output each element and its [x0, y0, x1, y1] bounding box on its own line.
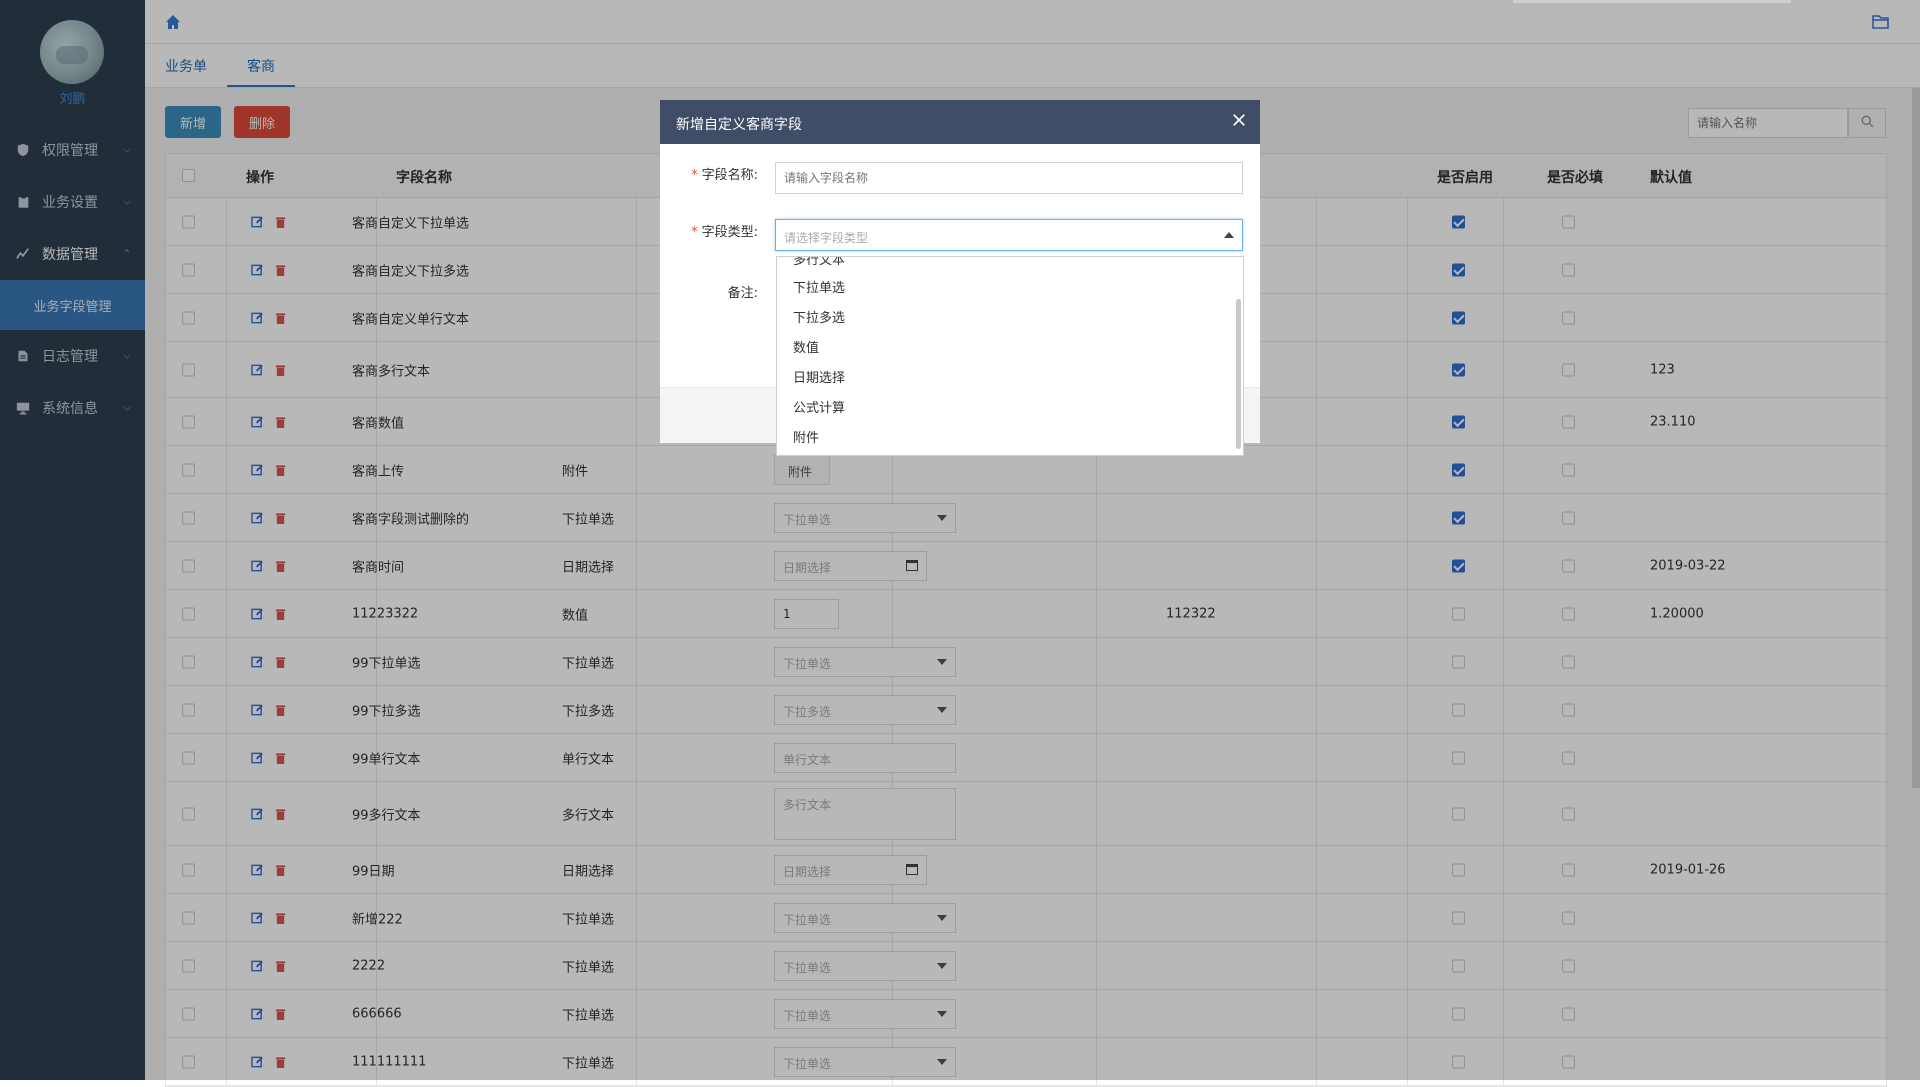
dropdown-option[interactable]: 下拉多选 — [793, 307, 845, 326]
close-icon[interactable] — [1232, 113, 1248, 129]
field-name-label-text: 字段名称: — [701, 168, 758, 183]
field-name-label: * 字段名称: — [691, 164, 758, 183]
notification-strip — [1513, 0, 1791, 3]
dropdown-scrollbar[interactable] — [1236, 299, 1241, 449]
field-type-dropdown: 多行文本下拉单选下拉多选数值日期选择公式计算附件 — [776, 256, 1244, 456]
field-type-select[interactable]: 请选择字段类型 — [775, 219, 1243, 251]
dropdown-option[interactable]: 日期选择 — [793, 367, 845, 386]
modal-header: 新增自定义客商字段 — [660, 100, 1260, 144]
dropdown-option[interactable]: 公式计算 — [793, 397, 845, 416]
field-name-input[interactable] — [775, 162, 1243, 194]
field-type-label-text: 字段类型: — [701, 225, 758, 240]
dropdown-option[interactable]: 下拉单选 — [793, 277, 845, 296]
field-type-placeholder: 请选择字段类型 — [784, 231, 869, 245]
caret-up-icon — [1224, 232, 1234, 238]
dropdown-option[interactable]: 数值 — [793, 337, 819, 356]
remark-label: 备注: — [727, 286, 758, 301]
modal-title: 新增自定义客商字段 — [676, 117, 802, 133]
field-type-label: * 字段类型: — [691, 221, 758, 240]
required-marker: * — [691, 225, 698, 240]
required-marker: * — [691, 168, 698, 183]
dropdown-option[interactable]: 多行文本 — [793, 257, 845, 268]
dropdown-option[interactable]: 附件 — [793, 427, 819, 446]
